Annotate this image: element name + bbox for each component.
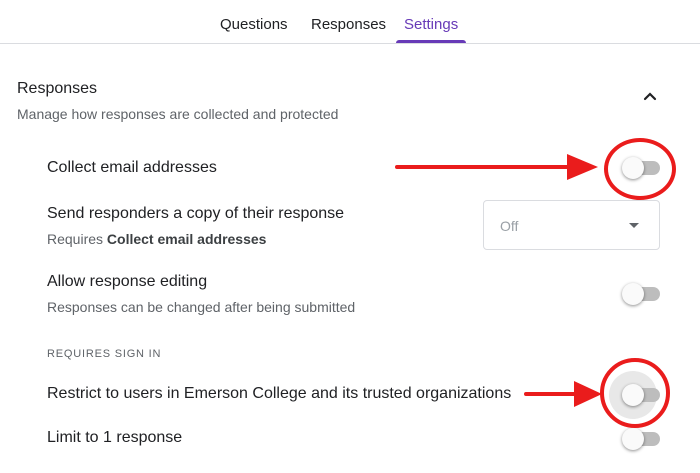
annotation-circle-collect-email: [604, 138, 676, 200]
tab-questions[interactable]: Questions: [220, 16, 288, 33]
allow-editing-toggle[interactable]: [622, 283, 660, 305]
limit-one-label: Limit to 1 response: [47, 429, 183, 446]
tab-bar: Questions Responses Settings: [0, 0, 700, 44]
section-title: Responses: [17, 80, 98, 97]
tab-responses[interactable]: Responses: [311, 16, 386, 33]
tab-settings[interactable]: Settings: [404, 16, 458, 33]
send-copy-label: Send responders a copy of their response: [47, 205, 345, 222]
toggle-thumb: [622, 283, 644, 305]
annotation-circle-restrict-users: [600, 358, 670, 428]
requires-prefix: Requires: [47, 231, 104, 247]
requires-target: Collect email addresses: [106, 231, 267, 247]
requires-sign-in-header: REQUIRES SIGN IN: [47, 348, 162, 360]
chevron-up-icon[interactable]: [640, 86, 660, 106]
dropdown-arrow-icon: [629, 223, 639, 228]
send-copy-select[interactable]: Off: [483, 200, 660, 250]
annotation-arrow-collect-email: [395, 154, 598, 180]
send-copy-select-value: Off: [500, 218, 519, 234]
active-tab-indicator: [396, 40, 466, 43]
allow-editing-label: Allow response editing: [47, 273, 208, 290]
collect-email-label: Collect email addresses: [47, 159, 217, 176]
restrict-users-label: Restrict to users in Emerson College and…: [47, 385, 512, 402]
allow-editing-description: Responses can be changed after being sub…: [47, 299, 356, 315]
section-subtitle: Manage how responses are collected and p…: [17, 106, 339, 122]
send-copy-requirement: Requires Collect email addresses: [47, 231, 266, 247]
limit-one-toggle[interactable]: [622, 428, 660, 450]
annotation-arrow-restrict-users: [524, 381, 602, 407]
toggle-thumb: [622, 428, 644, 450]
